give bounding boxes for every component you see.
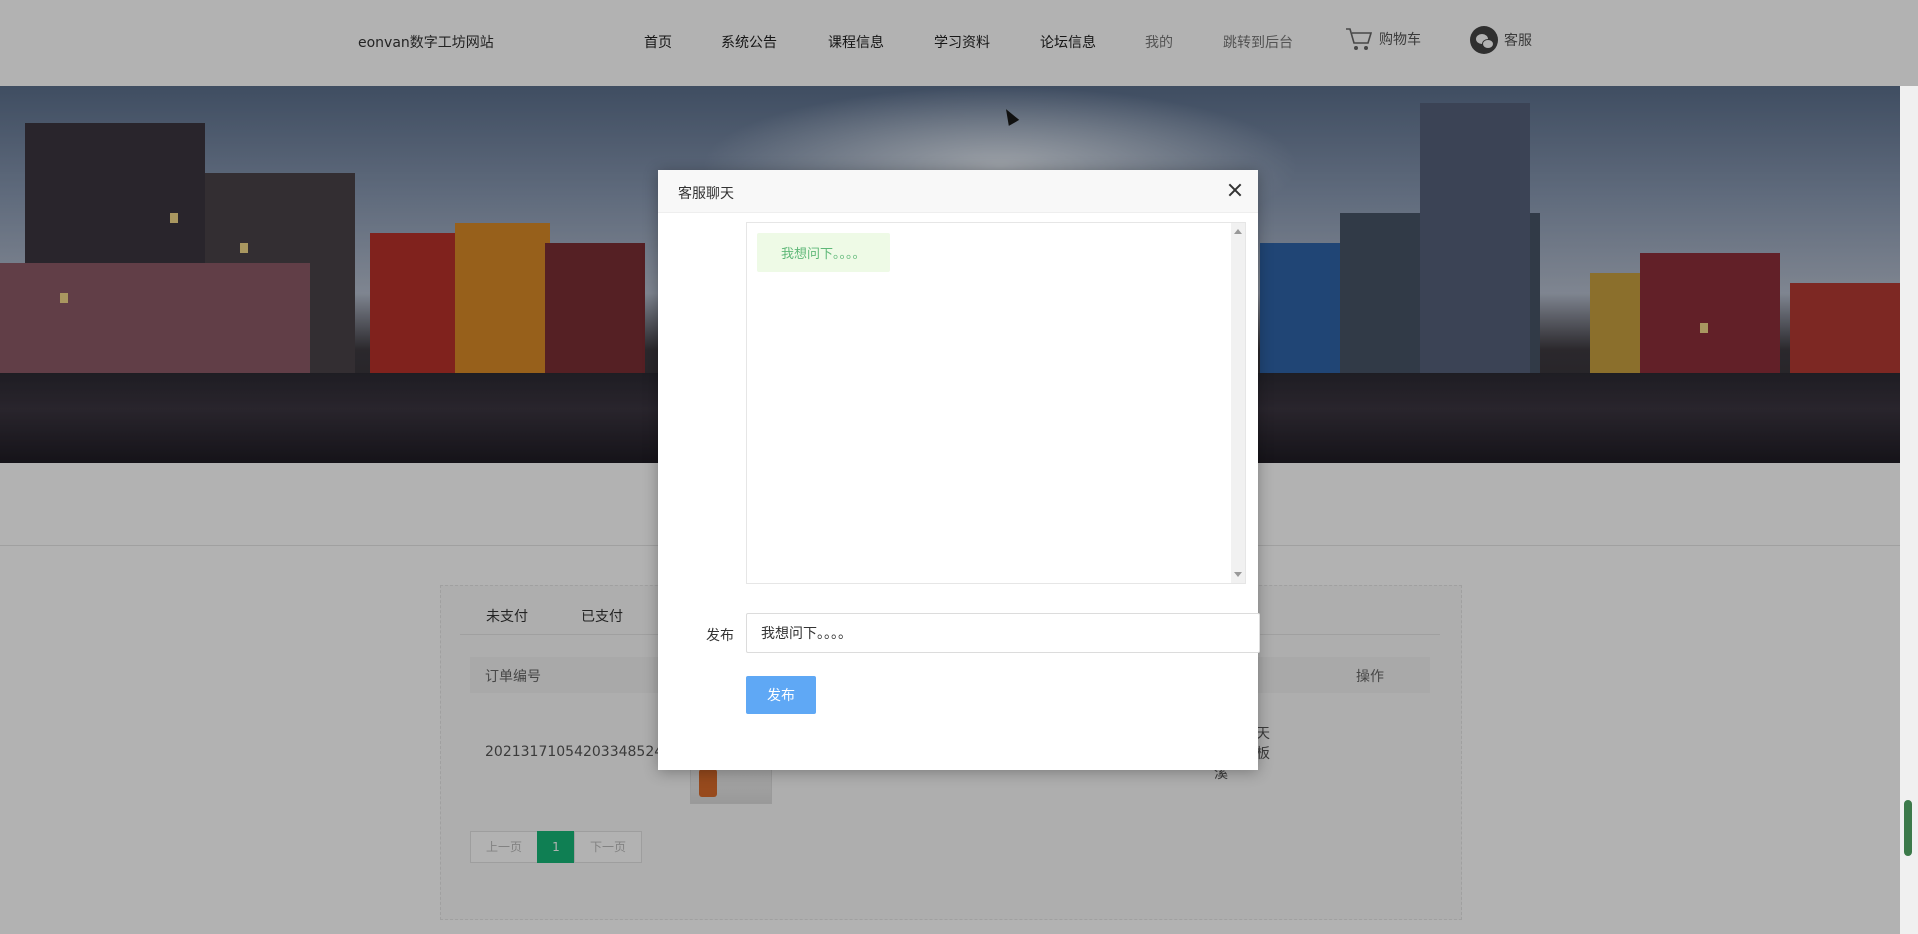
scroll-up-icon[interactable] (1234, 229, 1242, 234)
dialog-title: 客服聊天 (678, 186, 734, 202)
post-button[interactable]: 发布 (746, 676, 816, 714)
dialog-header: 客服聊天 (658, 170, 1258, 213)
post-label: 发布 (706, 628, 734, 644)
chat-dialog: 客服聊天 我想问下。。。。 发布 发布 (658, 170, 1260, 770)
message-input[interactable] (746, 613, 1260, 653)
chat-history[interactable]: 我想问下。。。。 (746, 222, 1246, 584)
chat-message: 我想问下。。。。 (757, 233, 890, 272)
close-icon[interactable] (1225, 180, 1245, 200)
chat-scrollbar[interactable] (1231, 223, 1245, 583)
page-scroll-thumb[interactable] (1904, 800, 1912, 856)
scroll-down-icon[interactable] (1234, 572, 1242, 577)
